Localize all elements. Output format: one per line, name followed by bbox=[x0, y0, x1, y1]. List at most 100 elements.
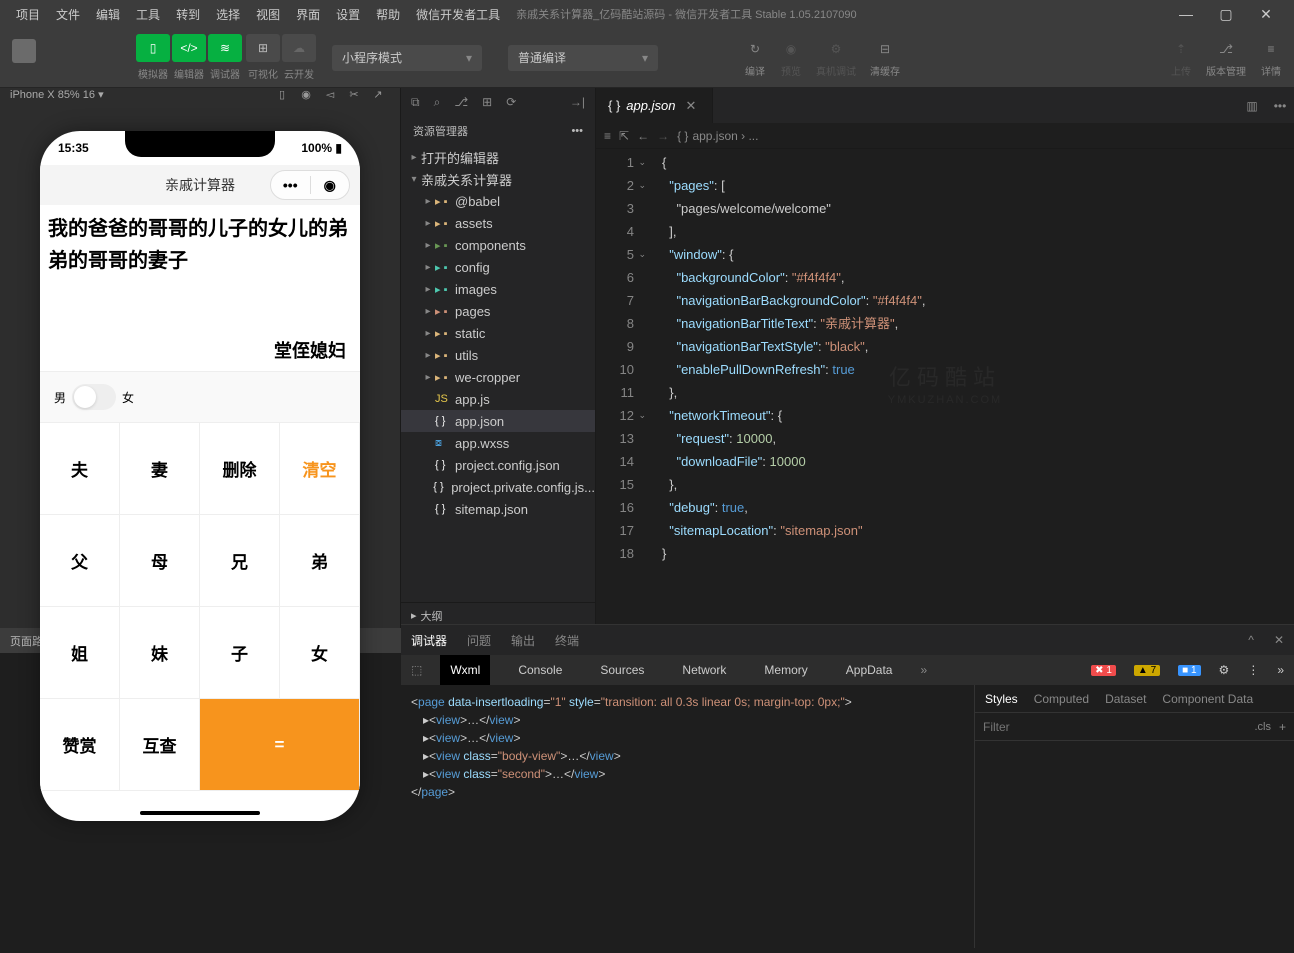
menu-tools[interactable]: 工具 bbox=[128, 6, 168, 23]
dataset-tab[interactable]: Dataset bbox=[1105, 692, 1146, 706]
compile-dropdown[interactable]: 普通编译▾ bbox=[508, 45, 658, 71]
tree-item-pages[interactable]: ▸▸ ▪pages bbox=[401, 300, 595, 322]
tree-item-images[interactable]: ▸▸ ▪images bbox=[401, 278, 595, 300]
debugger-button[interactable]: ≋ bbox=[208, 34, 242, 62]
section-open-editors[interactable]: ▸打开的编辑器 bbox=[401, 146, 595, 168]
dbg-tab-debugger[interactable]: 调试器 bbox=[411, 632, 447, 649]
visual-button[interactable]: ⊞ bbox=[246, 34, 280, 62]
split-icon[interactable]: ▥ bbox=[1238, 99, 1266, 113]
key-swap[interactable]: 互查 bbox=[120, 699, 200, 791]
dt-network[interactable]: Network bbox=[672, 655, 736, 685]
tree-item-app-js[interactable]: JSapp.js bbox=[401, 388, 595, 410]
menu-goto[interactable]: 转到 bbox=[168, 6, 208, 23]
mode-dropdown[interactable]: 小程序模式▾ bbox=[332, 45, 482, 71]
key-son[interactable]: 子 bbox=[200, 607, 280, 699]
dbg-tab-problems[interactable]: 问题 bbox=[467, 632, 491, 649]
version-action[interactable]: ⎇版本管理 bbox=[1206, 38, 1246, 78]
tree-item--babel[interactable]: ▸▸ ▪@babel bbox=[401, 190, 595, 212]
code-editor[interactable]: 1⌄2⌄345⌄6789101112⌄131415161718 { "pages… bbox=[596, 149, 1294, 628]
menu-settings[interactable]: 设置 bbox=[328, 6, 368, 23]
capsule[interactable]: ••• ◉ bbox=[270, 170, 350, 200]
key-mother[interactable]: 母 bbox=[120, 515, 200, 607]
tree-item-static[interactable]: ▸▸ ▪static bbox=[401, 322, 595, 344]
filter-input[interactable] bbox=[983, 720, 1246, 734]
gender-toggle[interactable] bbox=[72, 384, 116, 410]
compile-action[interactable]: ↻编译 bbox=[744, 38, 766, 78]
componentdata-tab[interactable]: Component Data bbox=[1162, 692, 1253, 706]
menu-file[interactable]: 文件 bbox=[48, 6, 88, 23]
tree-item-config[interactable]: ▸▸ ▪config bbox=[401, 256, 595, 278]
device-icon[interactable]: ▯ bbox=[270, 88, 294, 101]
editor-button[interactable]: </> bbox=[172, 34, 206, 62]
popout-icon[interactable]: ↗ bbox=[366, 88, 390, 101]
real-debug-action[interactable]: ⚙真机调试 bbox=[816, 38, 856, 78]
refresh-icon[interactable]: ⟳ bbox=[506, 95, 516, 109]
key-equals[interactable]: = bbox=[200, 699, 360, 791]
menu-ui[interactable]: 界面 bbox=[288, 6, 328, 23]
dt-appdata[interactable]: AppData bbox=[836, 655, 903, 685]
dom-tree[interactable]: <page data-insertloading="1" style="tran… bbox=[401, 685, 974, 948]
menu-project[interactable]: 项目 bbox=[8, 6, 48, 23]
error-badge[interactable]: ✖ 1 bbox=[1091, 665, 1116, 676]
upload-action[interactable]: ⇡上传 bbox=[1170, 38, 1192, 78]
dt-more-icon[interactable]: » bbox=[920, 663, 927, 677]
tree-item-components[interactable]: ▸▸ ▪components bbox=[401, 234, 595, 256]
cls-button[interactable]: .cls bbox=[1254, 721, 1271, 733]
tree-item-assets[interactable]: ▸▸ ▪assets bbox=[401, 212, 595, 234]
minimize-button[interactable]: — bbox=[1166, 6, 1206, 22]
tab-close-icon[interactable]: ✕ bbox=[681, 98, 700, 114]
cloud-button[interactable]: ☁ bbox=[282, 34, 316, 62]
search-icon[interactable]: ⌕ bbox=[434, 95, 441, 110]
inspect-icon[interactable]: ⬚ bbox=[411, 663, 422, 677]
key-older-sister[interactable]: 姐 bbox=[40, 607, 120, 699]
cut-icon[interactable]: ✂ bbox=[342, 88, 366, 101]
avatar[interactable] bbox=[12, 39, 36, 63]
dt-console[interactable]: Console bbox=[508, 655, 572, 685]
dt-sources[interactable]: Sources bbox=[590, 655, 654, 685]
maximize-button[interactable]: ▢ bbox=[1206, 6, 1246, 23]
extensions-icon[interactable]: ⊞ bbox=[482, 95, 492, 109]
menu-help[interactable]: 帮助 bbox=[368, 6, 408, 23]
key-younger-sister[interactable]: 妹 bbox=[120, 607, 200, 699]
menu-edit[interactable]: 编辑 bbox=[88, 6, 128, 23]
gear-icon[interactable]: ⚙ bbox=[1219, 663, 1230, 677]
key-older-brother[interactable]: 兄 bbox=[200, 515, 280, 607]
dt-close-icon[interactable]: » bbox=[1277, 663, 1284, 677]
collapse-icon[interactable]: →| bbox=[570, 95, 585, 109]
tree-item-we-cropper[interactable]: ▸▸ ▪we-cropper bbox=[401, 366, 595, 388]
back-icon[interactable]: ← bbox=[637, 129, 649, 143]
key-father[interactable]: 父 bbox=[40, 515, 120, 607]
forward-icon[interactable]: → bbox=[657, 129, 669, 143]
more-icon[interactable]: ••• bbox=[571, 125, 583, 137]
key-fu[interactable]: 夫 bbox=[40, 423, 120, 515]
list-icon[interactable]: ≡ bbox=[604, 129, 611, 143]
computed-tab[interactable]: Computed bbox=[1034, 692, 1089, 706]
tree-item-project-private-config-js-[interactable]: { }project.private.config.js... bbox=[401, 476, 595, 498]
panel-close-icon[interactable]: ✕ bbox=[1274, 633, 1284, 647]
clear-cache-action[interactable]: ⊟清缓存 bbox=[870, 38, 900, 78]
breadcrumb[interactable]: { } app.json › ... bbox=[677, 129, 758, 143]
record-icon[interactable]: ◉ bbox=[294, 88, 318, 101]
kebab-icon[interactable]: ⋮ bbox=[1247, 663, 1259, 677]
tree-item-sitemap-json[interactable]: { }sitemap.json bbox=[401, 498, 595, 520]
warn-badge[interactable]: ▲ 7 bbox=[1134, 665, 1160, 676]
key-qi[interactable]: 妻 bbox=[120, 423, 200, 515]
key-clear[interactable]: 清空 bbox=[280, 423, 360, 515]
key-younger-brother[interactable]: 弟 bbox=[280, 515, 360, 607]
key-praise[interactable]: 赞赏 bbox=[40, 699, 120, 791]
tree-item-app-json[interactable]: { }app.json bbox=[401, 410, 595, 432]
tree-item-utils[interactable]: ▸▸ ▪utils bbox=[401, 344, 595, 366]
menu-view[interactable]: 视图 bbox=[248, 6, 288, 23]
menu-select[interactable]: 选择 bbox=[208, 6, 248, 23]
key-delete[interactable]: 删除 bbox=[200, 423, 280, 515]
capsule-menu-icon[interactable]: ••• bbox=[271, 177, 310, 193]
dbg-tab-terminal[interactable]: 终端 bbox=[555, 632, 579, 649]
styles-tab[interactable]: Styles bbox=[985, 692, 1018, 706]
more-tabs-icon[interactable]: ••• bbox=[1266, 99, 1294, 113]
info-badge[interactable]: ■ 1 bbox=[1178, 665, 1200, 676]
tab-app-json[interactable]: { } app.json ✕ bbox=[596, 88, 713, 123]
simulator-button[interactable]: ▯ bbox=[136, 34, 170, 62]
branch-icon[interactable]: ⎇ bbox=[454, 95, 468, 109]
dbg-tab-output[interactable]: 输出 bbox=[511, 632, 535, 649]
add-rule-icon[interactable]: + bbox=[1279, 720, 1286, 734]
